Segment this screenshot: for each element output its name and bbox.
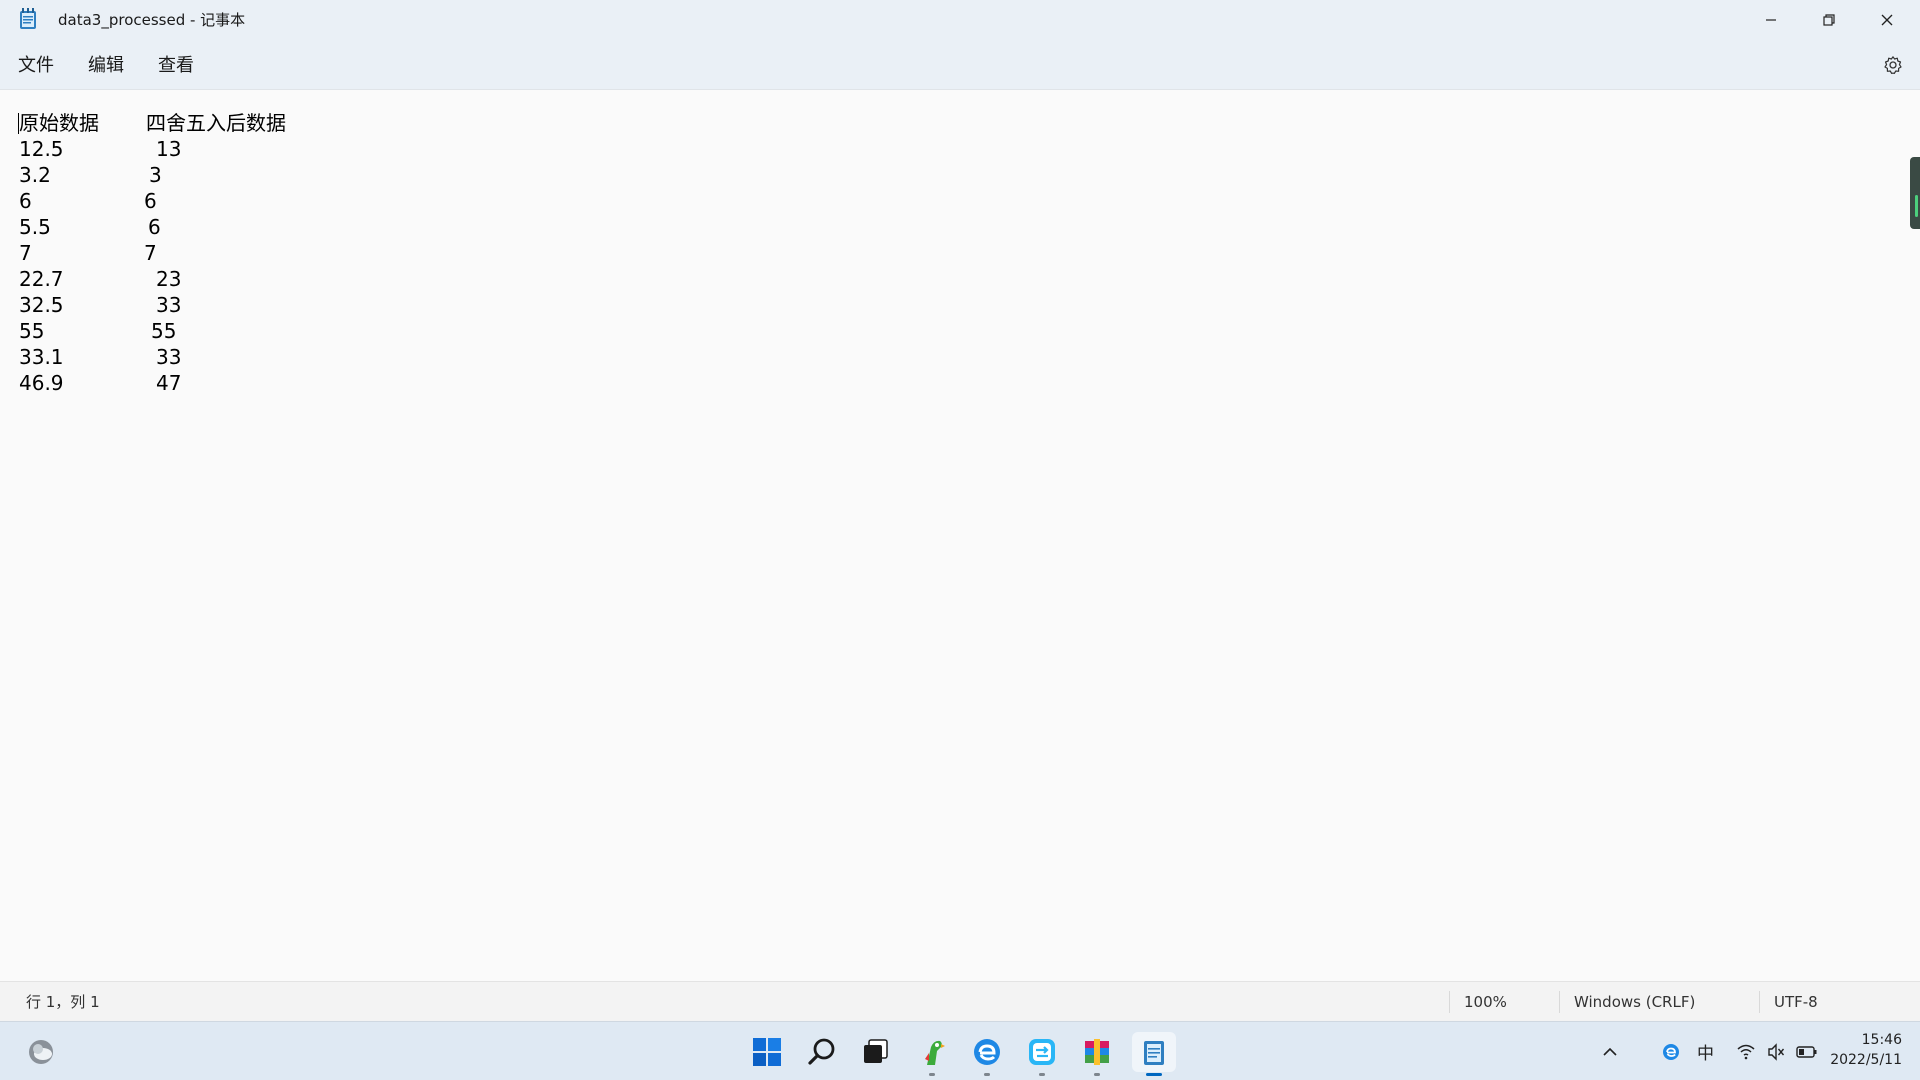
ime-indicator[interactable]: 中 [1697,1022,1714,1080]
value-rounded: 13 [156,137,182,161]
value-original: 32.5 [19,293,64,317]
parrot-app-icon [925,1040,945,1065]
notepad-icon [1144,1041,1164,1065]
browser-tray-icon [1663,1043,1679,1060]
battery-button[interactable] [1796,1022,1818,1080]
transfer-app-icon [1029,1039,1055,1065]
taskbar-app-transfer[interactable] [1022,1032,1062,1076]
close-button[interactable] [1858,0,1916,40]
archive-app-icon [1085,1039,1109,1065]
value-rounded: 55 [151,319,177,343]
menu-edit[interactable]: 编辑 [86,40,126,90]
line-ending: Windows (CRLF) [1574,993,1696,1011]
active-indicator [1146,1073,1162,1076]
value-rounded: 7 [144,241,157,265]
restore-button[interactable] [1800,0,1858,40]
widgets-icon [29,1040,53,1064]
value-original: 22.7 [19,267,64,291]
cursor-position: 行 1，列 1 [26,993,100,1011]
clock-time: 15:46 [1861,1032,1902,1048]
minimize-icon [1766,19,1776,21]
menu-file[interactable]: 文件 [16,40,56,90]
browser-icon [974,1039,1000,1065]
status-divider [1559,991,1560,1013]
clock-date: 2022/5/11 [1830,1052,1902,1068]
editor-content[interactable]: 原始数据 四舍五入后数据 12.5 13 3.2 3 66 5.5 6 77 22.7 2… [19,110,286,396]
value-rounded: 6 [148,215,161,239]
close-icon [1881,14,1893,26]
text-line: 55 55 [19,318,286,344]
text-line: 3.2 3 [19,162,286,188]
menu-view[interactable]: 查看 [156,40,196,90]
minimize-button[interactable] [1742,0,1800,40]
task-view-icon [864,1039,888,1063]
settings-button[interactable] [1883,55,1903,75]
chevron-up-icon [1603,1047,1617,1056]
taskbar-app-archive[interactable] [1077,1032,1117,1076]
value-original: 5.5 [19,215,51,239]
value-original: 3.2 [19,163,51,187]
search-button[interactable] [802,1032,842,1072]
task-view-button[interactable] [856,1032,896,1072]
restore-icon [1823,14,1835,26]
status-divider [1759,991,1760,1013]
running-indicator [1094,1073,1100,1076]
zoom-level: 100% [1464,993,1507,1011]
text-line: 32.5 33 [19,292,286,318]
text-line: 77 [19,240,286,266]
value-original: 6 [19,189,32,213]
text-line: 22.7 23 [19,266,286,292]
volume-button[interactable] [1766,1022,1786,1080]
widgets-button[interactable] [21,1032,61,1072]
volume-muted-icon [1768,1042,1785,1061]
windows-start-icon [753,1038,781,1066]
value-rounded: 23 [156,267,182,291]
encoding: UTF-8 [1774,993,1818,1011]
value-original: 12.5 [19,137,64,161]
taskbar-app-notepad[interactable] [1132,1032,1176,1076]
text-line: 12.5 13 [19,136,286,162]
value-rounded: 33 [156,293,182,317]
text-line: 33.1 33 [19,344,286,370]
clock[interactable]: 15:46 2022/5/11 [1830,1030,1902,1070]
menu-bar: 文件 编辑 查看 [0,40,1920,90]
taskbar-app-parrot[interactable] [912,1032,952,1076]
scrollbar-thumb[interactable] [1910,157,1920,229]
text-line: 5.5 6 [19,214,286,240]
header-rounded: 四舍五入后数据 [146,111,286,135]
running-indicator [1039,1073,1045,1076]
value-original: 46.9 [19,371,64,395]
gear-icon [1884,56,1902,74]
value-original: 7 [19,241,32,265]
taskbar-app-browser[interactable] [967,1032,1007,1076]
notepad-app-icon [19,8,37,30]
status-divider [1449,991,1450,1013]
running-indicator [984,1073,990,1076]
taskbar: 中 15:46 2022/5/11 [0,1021,1920,1080]
value-rounded: 47 [156,371,182,395]
header-original: 原始数据 [19,111,99,135]
running-indicator [929,1073,935,1076]
window-title: data3_processed - 记事本 [58,11,246,29]
text-line: 66 [19,188,286,214]
text-editor[interactable]: 原始数据 四舍五入后数据 12.5 13 3.2 3 66 5.5 6 77 22.7 2… [0,90,1920,981]
start-button[interactable] [747,1032,787,1072]
network-button[interactable] [1736,1022,1756,1080]
value-original: 55 [19,319,45,343]
value-original: 33.1 [19,345,64,369]
text-line: 46.9 47 [19,370,286,396]
battery-icon [1796,1045,1817,1058]
text-line-header: 原始数据 四舍五入后数据 [19,110,286,136]
value-rounded: 6 [144,189,157,213]
value-rounded: 33 [156,345,182,369]
title-bar: data3_processed - 记事本 [0,0,1920,40]
wifi-icon [1737,1044,1755,1059]
tray-app-browser[interactable] [1661,1022,1681,1080]
search-icon [808,1038,835,1065]
status-bar: 行 1，列 1 100% Windows (CRLF) UTF-8 [0,981,1920,1021]
value-rounded: 3 [149,163,162,187]
show-hidden-icons-button[interactable] [1600,1022,1620,1080]
